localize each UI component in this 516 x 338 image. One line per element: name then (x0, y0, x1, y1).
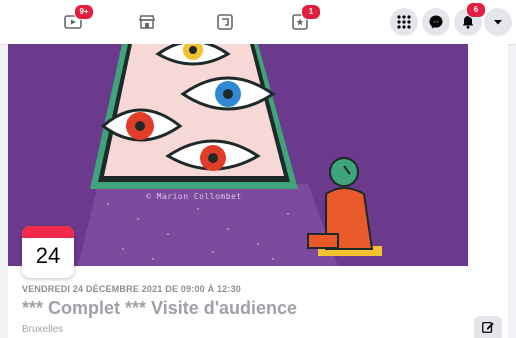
watch-badge: 9+ (74, 4, 94, 20)
watch-tab[interactable]: 9+ (60, 4, 94, 35)
grid-menu-icon (397, 15, 411, 29)
account-menu-button[interactable] (484, 8, 512, 36)
edit-button[interactable] (474, 316, 502, 338)
notifications-badge: 6 (466, 2, 486, 18)
menu-button[interactable] (390, 8, 418, 36)
pages-badge: 1 (301, 4, 321, 20)
event-location: Bruxelles (22, 324, 64, 335)
groups-tab[interactable] (212, 9, 238, 35)
calendar-date-tile: 24 (22, 226, 74, 278)
marketplace-tab[interactable] (134, 9, 160, 35)
calendar-strip (22, 226, 74, 238)
notifications-button[interactable]: 6 (454, 2, 486, 36)
top-navigation-bar: 9+ 1 6 (0, 0, 516, 45)
image-credit: © Marion Collombet (146, 192, 242, 201)
event-cover-image[interactable]: © Marion Collombet (8, 44, 468, 266)
caret-down-icon (494, 20, 502, 25)
groups-icon (217, 14, 233, 30)
messenger-button[interactable] (422, 8, 450, 36)
marketplace-icon (139, 15, 155, 29)
eyes-illustration (78, 44, 382, 266)
event-title: *** Complet *** Visite d'audience (22, 298, 298, 318)
edit-icon (482, 321, 494, 333)
event-day-number: 24 (35, 243, 61, 268)
event-date-time: VENDREDI 24 DÉCEMBRE 2021 DE 09:00 À 12:… (22, 284, 241, 294)
messenger-icon (429, 15, 443, 29)
event-card: © Marion Collombet 24 VENDREDI 24 DÉCEMB… (8, 44, 508, 338)
seated-figure (307, 157, 382, 256)
pages-tab[interactable]: 1 (287, 4, 321, 35)
